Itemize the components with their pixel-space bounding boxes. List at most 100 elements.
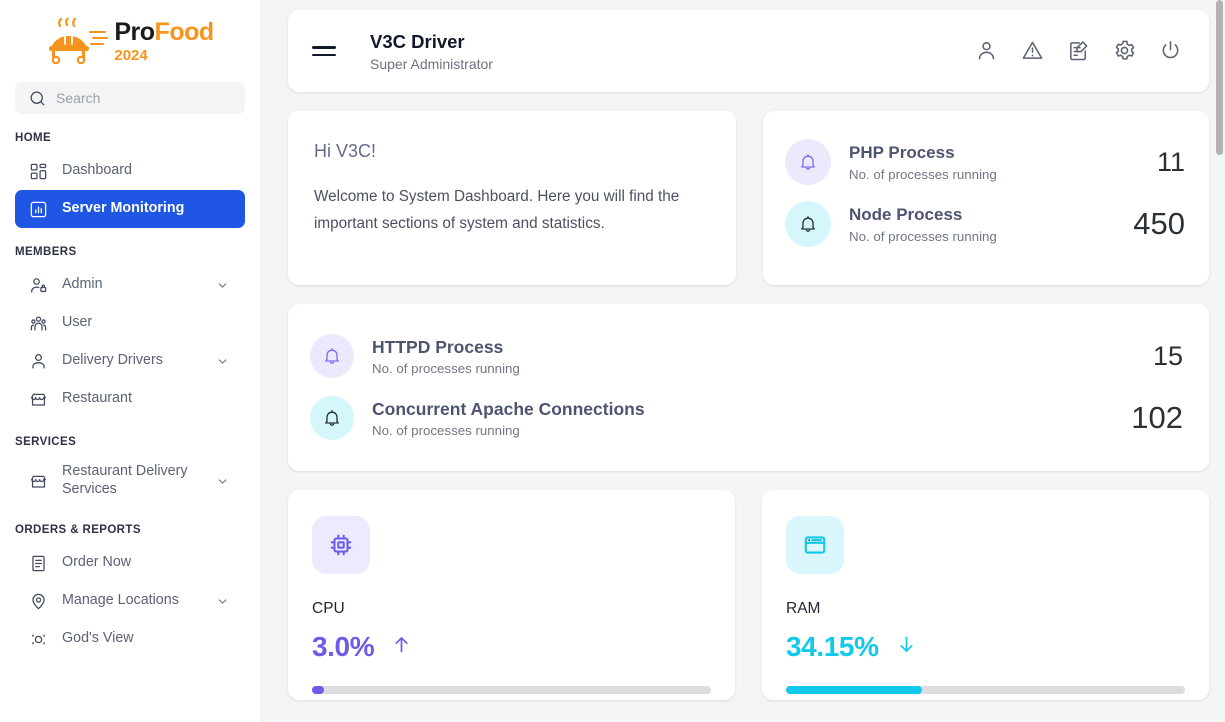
bar-chart-icon <box>28 199 48 219</box>
sidebar-item-label: Delivery Drivers <box>62 352 163 369</box>
nav-section-home: HOME <box>15 132 52 144</box>
welcome-card: Hi V3C! Welcome to System Dashboard. Her… <box>288 111 736 285</box>
process-subtitle: No. of processes running <box>372 422 520 438</box>
process-value: 450 <box>1133 206 1185 241</box>
sidebar-item-label: God's View <box>62 630 134 647</box>
metric-value: 3.0% <box>312 631 375 662</box>
welcome-greeting: Hi V3C! <box>314 141 377 161</box>
nav-section-services: SERVICES <box>15 436 77 448</box>
sidebar-item-admin[interactable]: Admin <box>15 266 245 304</box>
process-value: 11 <box>1156 146 1185 177</box>
bell-icon <box>310 396 354 440</box>
list-doc-icon <box>28 553 48 573</box>
process-subtitle: No. of processes running <box>372 360 520 376</box>
map-pin-icon <box>28 591 48 611</box>
sidebar-item-label: Manage Locations <box>62 592 179 609</box>
metric-label: CPU <box>312 600 345 617</box>
search-icon <box>27 88 47 108</box>
app-root: ProFood 2024 HOME Dashboard Server Mo <box>0 0 1225 722</box>
main-content: V3C Driver Super Administrator Hi V3C! W… <box>260 0 1225 722</box>
process-subtitle: No. of processes running <box>849 166 997 182</box>
sidebar-item-user[interactable]: User <box>15 304 245 342</box>
warning-icon[interactable] <box>1021 39 1045 63</box>
chevron-down-icon[interactable] <box>212 351 232 371</box>
process-name: HTTPD Process <box>372 337 504 358</box>
search-input[interactable] <box>56 90 233 106</box>
chevron-down-icon[interactable] <box>212 591 232 611</box>
sidebar-item-manage-locations[interactable]: Manage Locations <box>15 582 245 620</box>
food-cart-logo-icon <box>49 18 109 64</box>
welcome-message: Welcome to System Dashboard. Here you wi… <box>314 188 680 232</box>
metric-value-row: 34.15% <box>786 631 1185 663</box>
sidebar-item-label: Order Now <box>62 554 132 571</box>
topbar-actions <box>975 39 1183 63</box>
process-name: Concurrent Apache Connections <box>372 399 645 420</box>
edit-document-icon[interactable] <box>1067 39 1091 63</box>
sidebar-item-label: Server Monitoring <box>62 200 185 217</box>
person-icon <box>28 351 48 371</box>
users-icon <box>28 313 48 333</box>
user-lock-icon <box>28 275 48 295</box>
page-subtitle: Super Administrator <box>370 55 493 72</box>
sidebar-item-gods-view[interactable]: God's View <box>15 620 245 658</box>
hamburger-icon[interactable] <box>312 46 338 56</box>
page-scrollbar[interactable] <box>1216 0 1223 722</box>
nav-section-members: MEMBERS <box>15 246 77 258</box>
topbar-titles: V3C Driver Super Administrator <box>370 30 493 71</box>
process-row-node: Node Process No. of processes running 45… <box>785 193 1185 255</box>
trend-down-arrow-icon <box>896 634 917 660</box>
browser-window-icon <box>786 516 844 574</box>
brand-logo[interactable]: ProFood 2024 <box>0 6 260 72</box>
process-row-httpd: HTTPD Process No. of processes running 1… <box>310 325 1183 387</box>
sidebar-item-dashboard[interactable]: Dashboard <box>15 152 245 190</box>
nav-section-orders-reports: ORDERS & REPORTS <box>15 524 141 536</box>
cpu-progress-bar <box>312 686 711 694</box>
process-name: PHP Process <box>849 143 955 163</box>
process-subtitle: No. of processes running <box>849 228 997 244</box>
metric-card-ram: RAM 34.15% <box>762 490 1209 700</box>
chevron-down-icon[interactable] <box>212 275 232 295</box>
bell-icon <box>310 334 354 378</box>
settings-gear-icon[interactable] <box>1113 39 1137 63</box>
store-icon <box>28 471 48 491</box>
process-card-wide: HTTPD Process No. of processes running 1… <box>288 304 1209 471</box>
bell-icon <box>785 139 831 185</box>
search-box[interactable] <box>15 82 245 114</box>
profile-icon[interactable] <box>975 39 999 63</box>
metric-value: 34.15% <box>786 631 879 662</box>
sidebar-item-delivery-drivers[interactable]: Delivery Drivers <box>15 342 245 380</box>
sidebar: ProFood 2024 HOME Dashboard Server Mo <box>0 0 260 722</box>
metric-label: RAM <box>786 600 821 617</box>
sidebar-item-label: User <box>62 314 93 331</box>
cpu-progress-fill <box>312 686 324 694</box>
ram-progress-bar <box>786 686 1185 694</box>
process-value: 102 <box>1131 400 1183 435</box>
dashboard-row-1: Hi V3C! Welcome to System Dashboard. Her… <box>288 111 1209 285</box>
chevron-down-icon[interactable] <box>212 471 232 491</box>
sidebar-item-restaurant[interactable]: Restaurant <box>15 380 245 418</box>
sidebar-item-restaurant-delivery-services[interactable]: Restaurant Delivery Services <box>15 456 245 506</box>
logo-pro-text: Pro <box>114 17 155 46</box>
logo-food-text: Food <box>154 17 215 46</box>
sidebar-item-server-monitoring[interactable]: Server Monitoring <box>15 190 245 228</box>
store-icon <box>28 389 48 409</box>
page-title: V3C Driver <box>370 31 465 53</box>
metric-card-cpu: CPU 3.0% <box>288 490 735 700</box>
process-name: Node Process <box>849 205 963 225</box>
logo-year-text: 2024 <box>114 46 148 64</box>
process-card-top: PHP Process No. of processes running 11 … <box>763 111 1209 285</box>
process-row-apache: Concurrent Apache Connections No. of pro… <box>310 387 1183 449</box>
trend-up-arrow-icon <box>391 634 412 660</box>
sidebar-item-order-now[interactable]: Order Now <box>15 544 245 582</box>
scrollbar-thumb[interactable] <box>1216 0 1223 155</box>
metric-value-row: 3.0% <box>312 631 711 663</box>
topbar: V3C Driver Super Administrator <box>288 10 1209 92</box>
process-row-php: PHP Process No. of processes running 11 <box>785 131 1185 193</box>
ram-progress-fill <box>786 686 923 694</box>
cpu-chip-icon <box>312 516 370 574</box>
bell-icon <box>785 201 831 247</box>
sidebar-item-label: Admin <box>62 276 103 293</box>
sidebar-item-label: Dashboard <box>62 162 132 179</box>
power-icon[interactable] <box>1159 39 1183 63</box>
dashboard-row-3: CPU 3.0% RAM 34.15% <box>288 490 1209 700</box>
